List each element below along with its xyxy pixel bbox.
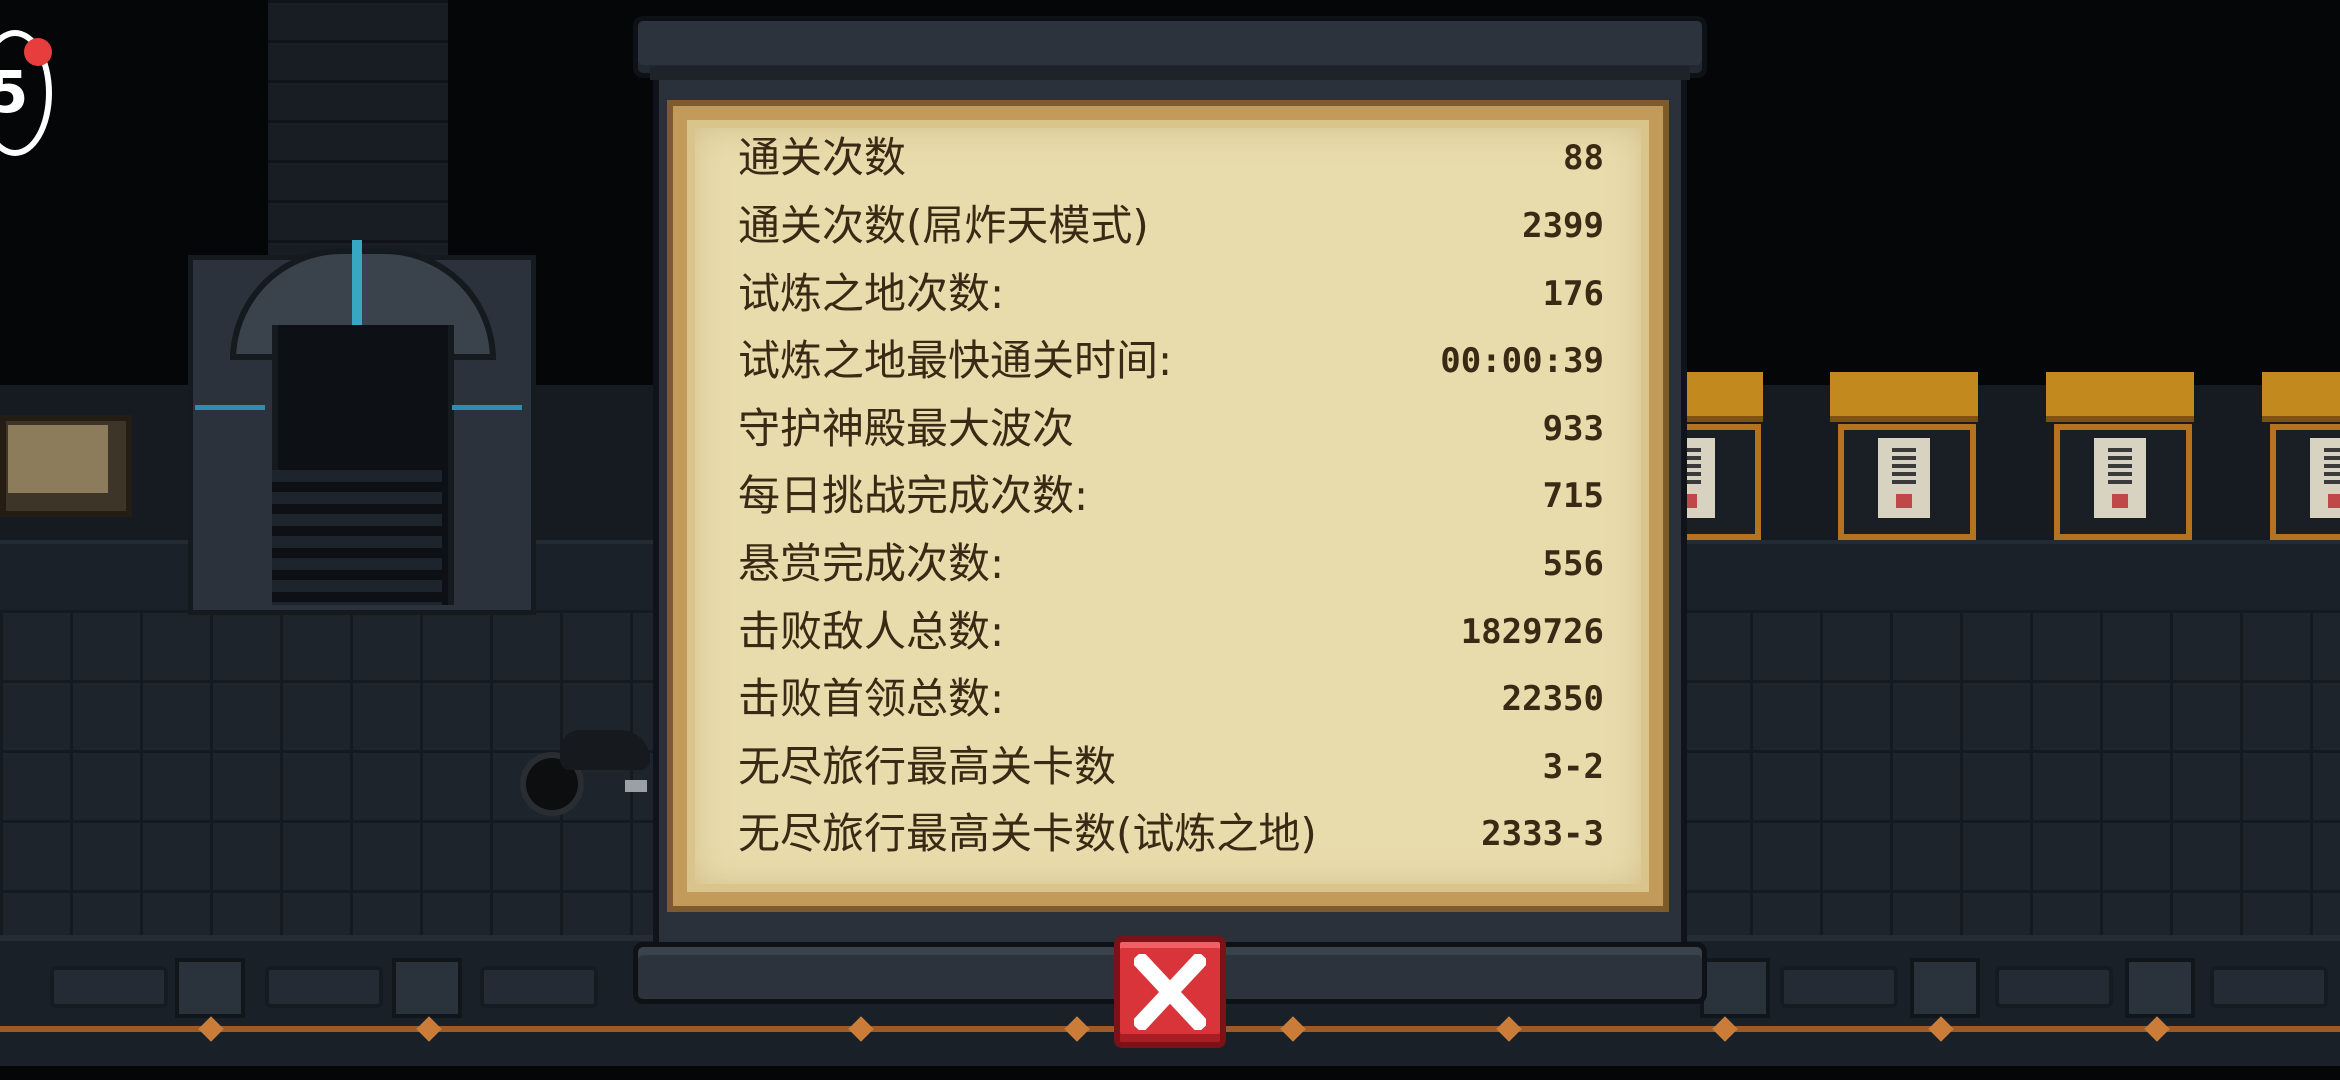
notification-dot-icon — [24, 38, 52, 66]
rail-block — [2125, 958, 2195, 1018]
stat-label: 无尽旅行最高关卡数 — [738, 742, 1117, 791]
archway-steps — [272, 470, 442, 605]
stat-row: 试炼之地次数: 176 — [738, 262, 1604, 326]
rail-block — [175, 958, 245, 1018]
rail-block — [1700, 958, 1770, 1018]
stat-row: 无尽旅行最高关卡数(试炼之地) 2333-3 — [738, 802, 1604, 866]
scroll-rod-shadow — [650, 66, 1690, 80]
close-icon — [1134, 954, 1206, 1030]
stat-value: 1829726 — [1460, 612, 1604, 652]
stat-row: 每日挑战完成次数: 715 — [738, 464, 1604, 528]
stat-label: 无尽旅行最高关卡数(试炼之地) — [738, 809, 1317, 858]
stat-label: 试炼之地次数: — [738, 269, 1005, 318]
stat-row: 试炼之地最快通关时间: 00:00:39 — [738, 329, 1604, 393]
stat-value: 556 — [1542, 544, 1604, 584]
rail-block — [392, 958, 462, 1018]
stat-value: 176 — [1542, 274, 1604, 314]
stat-label: 悬赏完成次数: — [738, 539, 1005, 588]
stat-row: 通关次数(屌炸天模式) 2399 — [738, 194, 1604, 258]
rail-plate — [1995, 966, 2113, 1008]
close-button[interactable] — [1114, 936, 1226, 1048]
stat-value: 715 — [1542, 476, 1604, 516]
stat-value: 3-2 — [1542, 747, 1604, 787]
stat-label: 击败敌人总数: — [738, 607, 1005, 656]
stat-value: 2399 — [1522, 206, 1604, 246]
archway-light-right — [452, 405, 522, 410]
level-number: 5 — [0, 58, 29, 126]
rail-plate — [50, 966, 168, 1008]
stat-row: 悬赏完成次数: 556 — [738, 532, 1604, 596]
stat-row: 通关次数 88 — [738, 126, 1604, 190]
stat-label: 试炼之地最快通关时间: — [738, 336, 1173, 385]
rail-plate — [2210, 966, 2328, 1008]
stat-value: 22350 — [1501, 679, 1604, 719]
rail-plate — [1780, 966, 1898, 1008]
notice-board-paper — [8, 425, 108, 493]
stat-value: 2333-3 — [1481, 814, 1604, 854]
stat-row: 无尽旅行最高关卡数 3-2 — [738, 735, 1604, 799]
rail-plate — [480, 966, 598, 1008]
wanted-poster[interactable] — [2262, 372, 2340, 540]
stat-label: 通关次数(屌炸天模式) — [738, 201, 1149, 250]
archway-gem-icon — [352, 240, 362, 325]
archway-light-left — [195, 405, 265, 410]
stat-value: 88 — [1563, 138, 1604, 178]
stat-label: 通关次数 — [738, 133, 907, 182]
stat-label: 每日挑战完成次数: — [738, 471, 1089, 520]
stat-row: 击败敌人总数: 1829726 — [738, 600, 1604, 664]
wanted-poster[interactable] — [1830, 372, 1978, 540]
rail-plate — [265, 966, 383, 1008]
stat-value: 933 — [1542, 409, 1604, 449]
stat-value: 00:00:39 — [1440, 341, 1604, 381]
stat-label: 守护神殿最大波次 — [738, 404, 1075, 453]
stat-label: 击败首领总数: — [738, 674, 1005, 723]
motorcycle[interactable] — [560, 730, 650, 770]
stat-row: 守护神殿最大波次 933 — [738, 397, 1604, 461]
rail-block — [1910, 958, 1980, 1018]
wanted-poster[interactable] — [2046, 372, 2194, 540]
stat-row: 击败首领总数: 22350 — [738, 667, 1604, 731]
motorcycle-light — [625, 780, 647, 792]
